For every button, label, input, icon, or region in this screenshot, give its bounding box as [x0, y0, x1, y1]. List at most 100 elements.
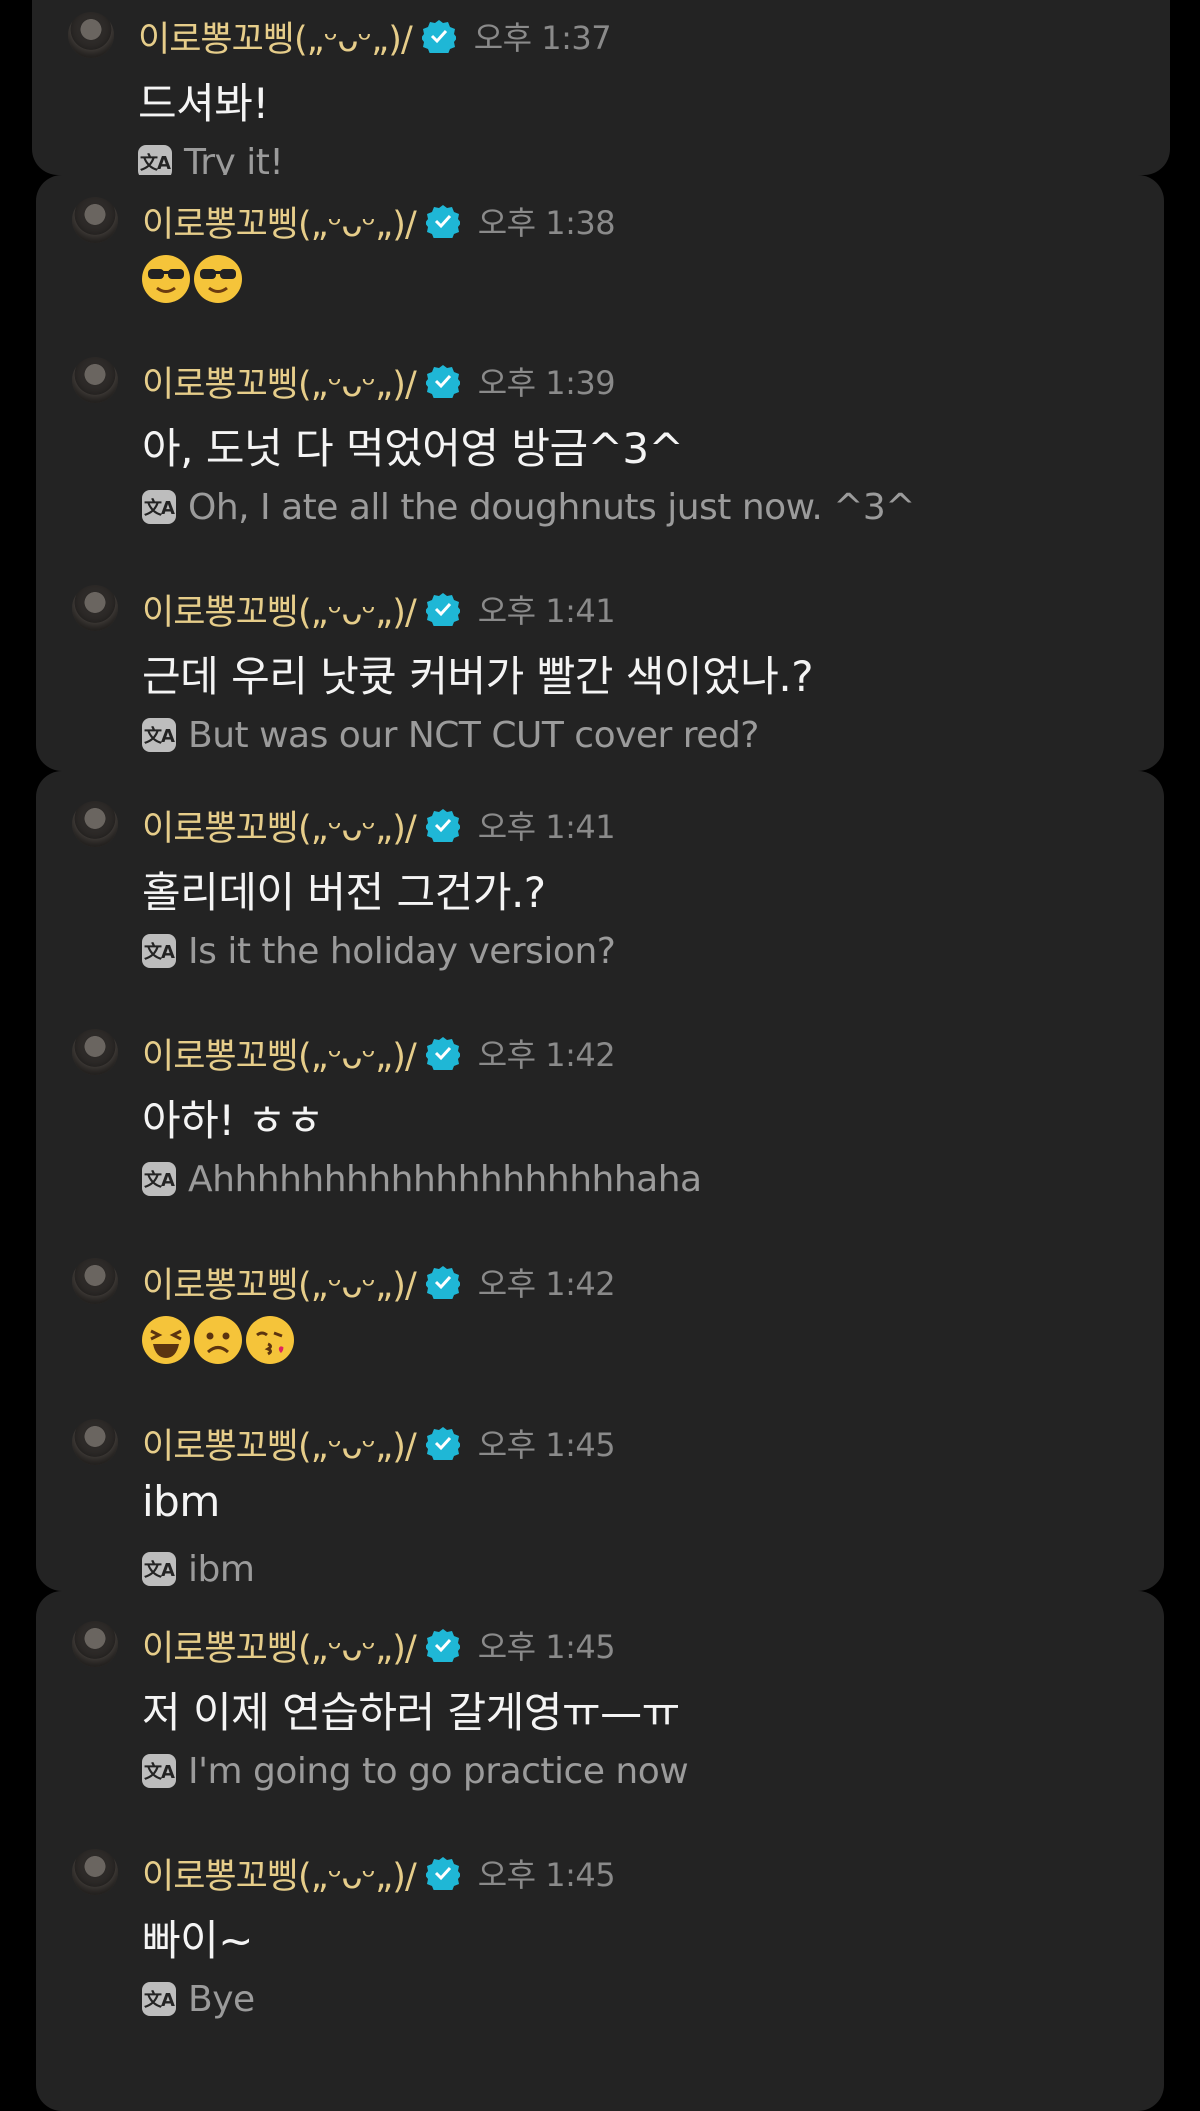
verified-badge-icon — [425, 809, 460, 842]
sender-name[interactable]: 이로뽕꼬삥(„ᵕᴗᵕ„)/ — [142, 1620, 417, 1671]
message-header: 이로뽕꼬삥(„ᵕᴗᵕ„)/ 오후 1:45 — [142, 1853, 616, 1897]
message-time: 오후 1:38 — [477, 204, 616, 242]
message-5[interactable]: 이로뽕꼬삥(„ᵕᴗᵕ„)/ 오후 1:41 홀리데이 버전 그건가.? 文A I… — [36, 801, 1164, 981]
sender-name[interactable]: 이로뽕꼬삥(„ᵕᴗᵕ„)/ — [142, 1028, 417, 1079]
message-header: 이로뽕꼬삥(„ᵕᴗᵕ„)/ 오후 1:42 — [142, 1262, 616, 1306]
avatar[interactable] — [72, 585, 118, 631]
translation-row: 文A Is it the holiday version? — [142, 929, 616, 973]
sender-name[interactable]: 이로뽕꼬삥(„ᵕᴗᵕ„)/ — [142, 1418, 417, 1469]
sender-name[interactable]: 이로뽕꼬삥(„ᵕᴗᵕ„)/ — [142, 356, 417, 407]
translation-text: But was our NCT CUT cover red? — [188, 714, 759, 756]
verified-badge-icon — [425, 205, 460, 238]
message-text: 드셔봐! — [138, 79, 269, 128]
message-time: 오후 1:45 — [477, 1628, 616, 1666]
sender-name[interactable]: 이로뽕꼬삥(„ᵕᴗᵕ„)/ — [142, 800, 417, 851]
message-4[interactable]: 이로뽕꼬삥(„ᵕᴗᵕ„)/ 오후 1:41 근데 우리 낫큣 커버가 빨간 색이… — [36, 585, 1164, 765]
translation-text: Ahhhhhhhhhhhhhhhhhhhaha — [188, 1158, 702, 1200]
message-10[interactable]: 이로뽕꼬삥(„ᵕᴗᵕ„)/ 오후 1:45 빠이~ 文A Bye — [36, 1849, 1164, 2029]
message-time: 오후 1:39 — [477, 364, 616, 402]
translation-row: 文A But was our NCT CUT cover red? — [142, 713, 759, 757]
translation-row: 文A Oh, I ate all the doughnuts just now.… — [142, 485, 915, 529]
message-7[interactable]: 이로뽕꼬삥(„ᵕᴗᵕ„)/ 오후 1:42 — [36, 1258, 1164, 1438]
message-header: 이로뽕꼬삥(„ᵕᴗᵕ„)/ 오후 1:41 — [142, 589, 616, 633]
avatar[interactable] — [72, 357, 118, 403]
translation-text: Oh, I ate all the doughnuts just now. ^3… — [188, 486, 915, 528]
kissing-heart-emoji — [246, 1316, 294, 1364]
message-time: 오후 1:45 — [477, 1426, 616, 1464]
sender-name[interactable]: 이로뽕꼬삥(„ᵕᴗᵕ„)/ — [138, 11, 413, 62]
translation-row: 文A Bye — [142, 1977, 255, 2021]
avatar[interactable] — [68, 12, 114, 58]
avatar[interactable] — [72, 1419, 118, 1465]
sender-name[interactable]: 이로뽕꼬삥(„ᵕᴗᵕ„)/ — [142, 584, 417, 635]
avatar[interactable] — [72, 801, 118, 847]
translate-icon: 文A — [142, 490, 176, 524]
translation-text: Try it! — [184, 141, 284, 176]
emoji-row — [142, 255, 242, 303]
message-time: 오후 1:45 — [477, 1856, 616, 1894]
message-text: 아, 도넛 다 먹었어영 방금^3^ — [142, 424, 684, 473]
verified-badge-icon — [425, 1629, 460, 1662]
message-text: ibm — [142, 1477, 220, 1526]
avatar[interactable] — [72, 1849, 118, 1895]
message-2[interactable]: 이로뽕꼬삥(„ᵕᴗᵕ„)/ 오후 1:38 — [36, 197, 1164, 377]
message-time: 오후 1:37 — [473, 19, 612, 57]
translate-icon: 文A — [138, 145, 172, 175]
verified-badge-icon — [421, 20, 456, 53]
message-header: 이로뽕꼬삥(„ᵕᴗᵕ„)/ 오후 1:41 — [142, 805, 616, 849]
verified-badge-icon — [425, 593, 460, 626]
message-time: 오후 1:42 — [477, 1036, 616, 1074]
chat-card-3: 이로뽕꼬삥(„ᵕᴗᵕ„)/ 오후 1:41 홀리데이 버전 그건가.? 文A I… — [36, 771, 1164, 1591]
message-9[interactable]: 이로뽕꼬삥(„ᵕᴗᵕ„)/ 오후 1:45 저 이제 연습하러 갈게영ㅠ—ㅠ 文… — [36, 1621, 1164, 1801]
verified-badge-icon — [425, 1037, 460, 1070]
message-8[interactable]: 이로뽕꼬삥(„ᵕᴗᵕ„)/ 오후 1:45 ibm 文A ibm — [36, 1419, 1164, 1591]
message-text: 근데 우리 낫큣 커버가 빨간 색이었나.? — [142, 652, 814, 701]
translate-icon: 文A — [142, 718, 176, 752]
sender-name[interactable]: 이로뽕꼬삥(„ᵕᴗᵕ„)/ — [142, 1848, 417, 1899]
translate-icon: 文A — [142, 934, 176, 968]
avatar[interactable] — [72, 1258, 118, 1304]
translation-row: 文A Try it! — [138, 140, 284, 176]
message-header: 이로뽕꼬삥(„ᵕᴗᵕ„)/ 오후 1:42 — [142, 1033, 616, 1077]
translation-text: Is it the holiday version? — [188, 930, 616, 972]
translate-icon: 文A — [142, 1982, 176, 2016]
sender-name[interactable]: 이로뽕꼬삥(„ᵕᴗᵕ„)/ — [142, 1257, 417, 1308]
message-6[interactable]: 이로뽕꼬삥(„ᵕᴗᵕ„)/ 오후 1:42 아하! ㅎㅎ 文A Ahhhhhhh… — [36, 1029, 1164, 1209]
message-text: 저 이제 연습하러 갈게영ㅠ—ㅠ — [142, 1688, 680, 1737]
verified-badge-icon — [425, 1266, 460, 1299]
chat-card-1: 이로뽕꼬삥(„ᵕᴗᵕ„)/ 오후 1:37 드셔봐! 文A Try it! — [32, 0, 1170, 175]
frowning-emoji — [194, 1316, 242, 1364]
chat-card-2: 이로뽕꼬삥(„ᵕᴗᵕ„)/ 오후 1:38 이로뽕꼬삥(„ᵕᴗᵕ„)/ 오후 1… — [36, 175, 1164, 771]
avatar[interactable] — [72, 1029, 118, 1075]
avatar[interactable] — [72, 1621, 118, 1667]
message-header: 이로뽕꼬삥(„ᵕᴗᵕ„)/ 오후 1:45 — [142, 1423, 616, 1467]
translation-text: Bye — [188, 1978, 255, 2020]
translation-text: I'm going to go practice now — [188, 1750, 689, 1792]
message-header: 이로뽕꼬삥(„ᵕᴗᵕ„)/ 오후 1:39 — [142, 361, 616, 405]
message-time: 오후 1:41 — [477, 592, 616, 630]
translate-icon: 文A — [142, 1552, 176, 1586]
sunglasses-emoji — [142, 255, 190, 303]
laughing-emoji — [142, 1316, 190, 1364]
message-1[interactable]: 이로뽕꼬삥(„ᵕᴗᵕ„)/ 오후 1:37 드셔봐! 文A Try it! — [32, 12, 1170, 175]
avatar[interactable] — [72, 197, 118, 243]
verified-badge-icon — [425, 1857, 460, 1890]
message-header: 이로뽕꼬삥(„ᵕᴗᵕ„)/ 오후 1:37 — [138, 16, 612, 60]
message-header: 이로뽕꼬삥(„ᵕᴗᵕ„)/ 오후 1:38 — [142, 201, 616, 245]
sunglasses-emoji — [194, 255, 242, 303]
emoji-row — [142, 1316, 294, 1364]
message-3[interactable]: 이로뽕꼬삥(„ᵕᴗᵕ„)/ 오후 1:39 아, 도넛 다 먹었어영 방금^3^… — [36, 357, 1164, 537]
message-text: 빠이~ — [142, 1916, 253, 1965]
chat-card-4: 이로뽕꼬삥(„ᵕᴗᵕ„)/ 오후 1:45 저 이제 연습하러 갈게영ㅠ—ㅠ 文… — [36, 1591, 1164, 2111]
translate-icon: 文A — [142, 1162, 176, 1196]
verified-badge-icon — [425, 365, 460, 398]
sender-name[interactable]: 이로뽕꼬삥(„ᵕᴗᵕ„)/ — [142, 196, 417, 247]
translation-row: 文A Ahhhhhhhhhhhhhhhhhhhaha — [142, 1157, 702, 1201]
translate-icon: 文A — [142, 1754, 176, 1788]
verified-badge-icon — [425, 1427, 460, 1460]
message-header: 이로뽕꼬삥(„ᵕᴗᵕ„)/ 오후 1:45 — [142, 1625, 616, 1669]
message-time: 오후 1:42 — [477, 1265, 616, 1303]
message-text: 아하! ㅎㅎ — [142, 1096, 324, 1145]
message-text: 홀리데이 버전 그건가.? — [142, 868, 546, 917]
message-time: 오후 1:41 — [477, 808, 616, 846]
